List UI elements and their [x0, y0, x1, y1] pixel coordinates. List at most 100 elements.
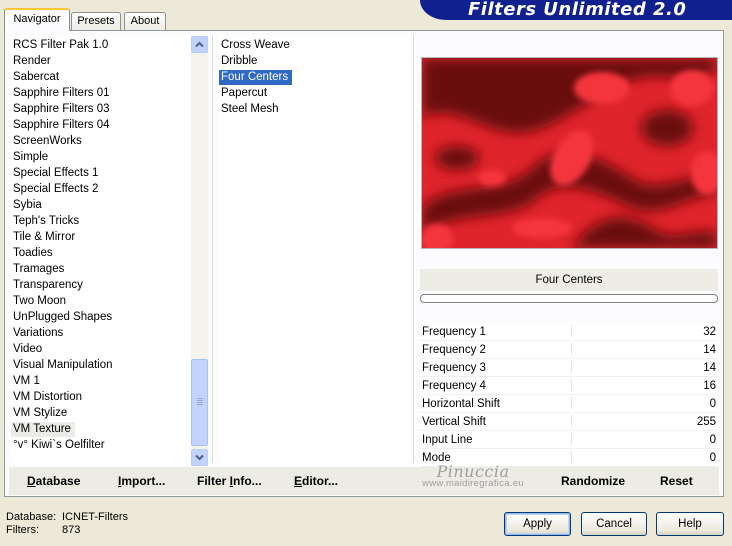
tab-presets[interactable]: Presets	[71, 12, 121, 30]
banner-title: Filters Unlimited 2.0	[468, 0, 687, 20]
category-item[interactable]: Sapphire Filters 03	[11, 102, 114, 117]
filter-info-button[interactable]: Filter Info...	[197, 472, 262, 490]
category-item[interactable]: Teph's Tricks	[11, 214, 83, 229]
parameter-list: Frequency 1 32 Frequency 2 14 Frequency 3 14 F…	[420, 323, 718, 467]
scroll-up-button[interactable]	[191, 36, 208, 53]
parameter-row[interactable]: Frequency 4 16	[420, 377, 718, 395]
parameter-row[interactable]: Mode 0	[420, 449, 718, 467]
category-item[interactable]: Visual Manipulation	[11, 358, 117, 373]
category-item[interactable]: VM Distortion	[11, 390, 86, 405]
scroll-thumb[interactable]	[191, 359, 208, 446]
category-item[interactable]: VM 1	[11, 374, 44, 389]
tab-navigator[interactable]: Navigator	[4, 8, 70, 31]
category-item[interactable]: Simple	[11, 150, 52, 165]
filter-preview	[421, 57, 718, 249]
parameter-value[interactable]: 0	[710, 395, 716, 413]
category-item[interactable]: VM Stylize	[11, 406, 71, 421]
parameter-name: Frequency 3	[422, 362, 486, 374]
slider-tick	[571, 379, 572, 391]
category-item[interactable]: UnPlugged Shapes	[11, 310, 116, 325]
parameter-name: Frequency 2	[422, 344, 486, 356]
parameter-row[interactable]: Frequency 1 32	[420, 323, 718, 341]
parameter-value[interactable]: 32	[703, 323, 716, 341]
thumb-grip-line	[197, 404, 203, 405]
navigator-panel: RCS Filter Pak 1.0 Render Sabercat Sapphire…	[4, 30, 724, 497]
parameter-name: Horizontal Shift	[422, 398, 500, 410]
title-banner: Filters Unlimited 2.0	[420, 0, 732, 20]
filters-count: 873	[62, 524, 81, 536]
chevron-down-icon	[195, 454, 204, 461]
category-item[interactable]: Video	[11, 342, 46, 357]
reset-button[interactable]: Reset	[660, 472, 693, 490]
parameter-value[interactable]: 14	[703, 341, 716, 359]
divider	[212, 35, 213, 463]
thumb-grip-line	[197, 402, 203, 403]
parameter-name: Frequency 4	[422, 380, 486, 392]
slider-tick	[571, 343, 572, 355]
category-item[interactable]: Toadies	[11, 246, 57, 261]
parameter-row[interactable]: Frequency 2 14	[420, 341, 718, 359]
slider-tick	[571, 325, 572, 337]
help-button[interactable]: Help	[656, 512, 724, 536]
parameter-value[interactable]: 16	[703, 377, 716, 395]
category-item[interactable]: ScreenWorks	[11, 134, 86, 149]
filter-list[interactable]: Cross Weave Dribble Four Centers Papercut St…	[219, 35, 409, 463]
parameter-row[interactable]: Vertical Shift 255	[420, 413, 718, 431]
parameter-row[interactable]: Input Line 0	[420, 431, 718, 449]
cancel-button[interactable]: Cancel	[581, 512, 647, 536]
category-item[interactable]: Tramages	[11, 262, 68, 277]
category-item[interactable]: VM Texture	[11, 422, 75, 437]
editor-button[interactable]: Editor...	[294, 472, 338, 490]
category-item[interactable]: °v° Kiwi`s Oelfilter	[11, 438, 109, 453]
filter-item[interactable]: Steel Mesh	[219, 102, 283, 117]
category-item[interactable]: Sapphire Filters 01	[11, 86, 114, 101]
category-list[interactable]: RCS Filter Pak 1.0 Render Sabercat Sapphire…	[11, 35, 191, 463]
parameter-name: Frequency 1	[422, 326, 486, 338]
category-item[interactable]: Transparency	[11, 278, 87, 293]
preview-image	[422, 58, 717, 248]
parameter-value[interactable]: 14	[703, 359, 716, 377]
category-item[interactable]: Two Moon	[11, 294, 70, 309]
filters-label: Filters:	[6, 524, 39, 536]
category-scrollbar[interactable]	[191, 36, 208, 466]
parameter-value[interactable]: 0	[710, 449, 716, 467]
category-item[interactable]: Render	[11, 54, 55, 69]
database-value: ICNET-Filters	[62, 511, 128, 523]
import-button[interactable]: Import...	[118, 472, 165, 490]
apply-button[interactable]: Apply	[504, 512, 571, 536]
scroll-down-button[interactable]	[191, 449, 208, 466]
slider-tick	[571, 451, 572, 463]
thumb-grip-line	[197, 400, 203, 401]
parameter-name: Vertical Shift	[422, 416, 486, 428]
parameter-value[interactable]: 0	[710, 431, 716, 449]
randomize-button[interactable]: Randomize	[561, 472, 625, 490]
action-bar: Database Import... Filter Info... Editor…	[9, 467, 719, 495]
parameter-row[interactable]: Frequency 3 14	[420, 359, 718, 377]
slider-tick	[571, 433, 572, 445]
filter-item[interactable]: Dribble	[219, 54, 261, 69]
database-button[interactable]: Database	[27, 472, 80, 490]
filter-item[interactable]: Four Centers	[219, 70, 293, 85]
slider-tick	[571, 397, 572, 409]
category-item[interactable]: Sabercat	[11, 70, 63, 85]
filter-item[interactable]: Papercut	[219, 86, 271, 101]
tab-about[interactable]: About	[124, 12, 166, 30]
category-item[interactable]: Sybia	[11, 198, 46, 213]
slider-tick	[571, 415, 572, 427]
category-item[interactable]: Special Effects 2	[11, 182, 102, 197]
parameter-value[interactable]: 255	[697, 413, 716, 431]
parameter-name: Mode	[422, 452, 451, 464]
thumb-grip-line	[197, 398, 203, 399]
progress-bar	[420, 294, 718, 303]
parameter-row[interactable]: Horizontal Shift 0	[420, 395, 718, 413]
category-item[interactable]: Special Effects 1	[11, 166, 102, 181]
slider-tick	[571, 361, 572, 373]
database-label: Database:	[6, 511, 57, 523]
category-item[interactable]: Sapphire Filters 04	[11, 118, 114, 133]
divider	[413, 35, 414, 463]
category-item[interactable]: RCS Filter Pak 1.0	[11, 38, 112, 53]
category-item[interactable]: Variations	[11, 326, 67, 341]
category-item[interactable]: Tile & Mirror	[11, 230, 79, 245]
filter-item[interactable]: Cross Weave	[219, 38, 294, 53]
chevron-up-icon	[195, 41, 204, 48]
